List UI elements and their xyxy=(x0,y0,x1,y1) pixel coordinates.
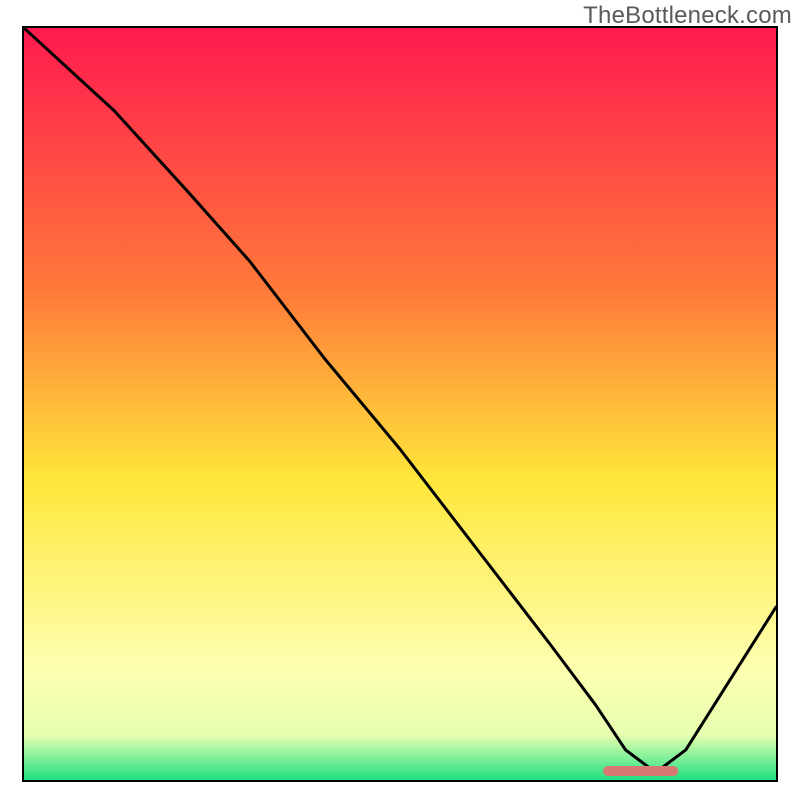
background-gradient xyxy=(24,28,776,780)
plot-area xyxy=(22,26,778,782)
optimal-range-marker xyxy=(603,766,678,776)
chart-frame: TheBottleneck.com xyxy=(0,0,800,800)
chart-svg xyxy=(24,28,776,780)
